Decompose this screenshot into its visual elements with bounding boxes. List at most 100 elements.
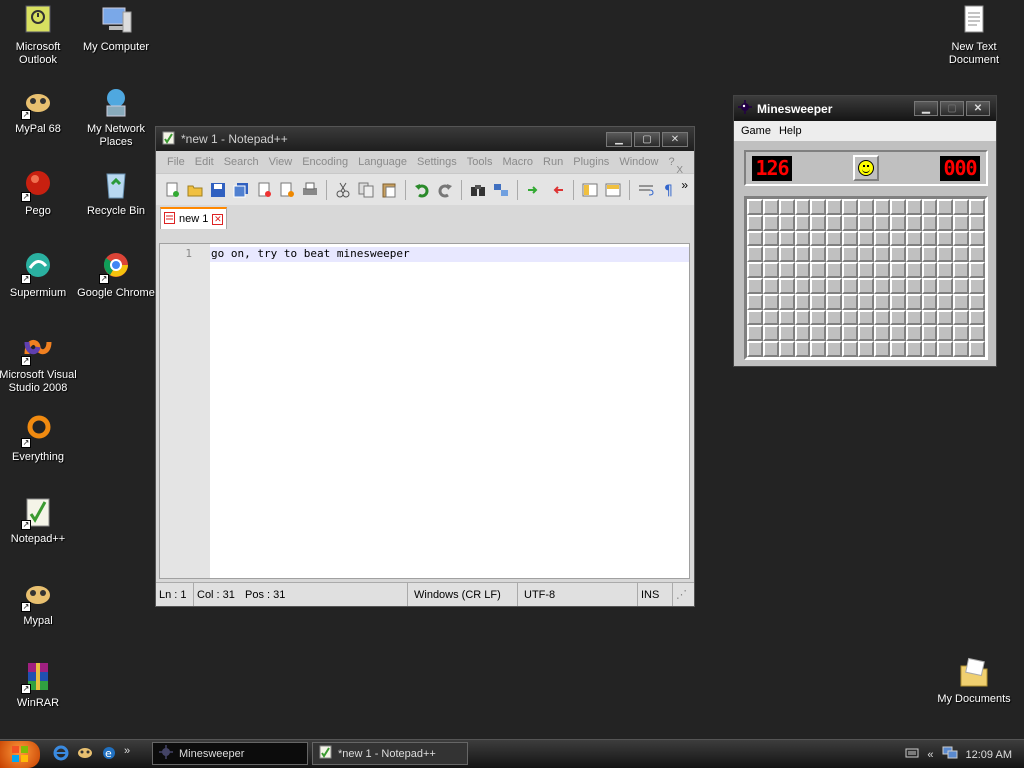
desktop-icon-chrome[interactable]: ↗ Google Chrome [76,250,156,300]
minefield-cell[interactable] [905,278,922,294]
minefield-cell[interactable] [937,199,954,215]
redo-icon[interactable] [435,180,455,200]
minefield-cell[interactable] [921,199,938,215]
menu-settings[interactable]: Settings [412,156,462,168]
minefield-cell[interactable] [953,341,970,357]
minefield-cell[interactable] [762,246,779,263]
sync-horizontal-icon[interactable] [603,180,623,200]
minefield-cell[interactable] [842,214,859,231]
minefield-cell[interactable] [826,246,843,263]
minefield-cell[interactable] [905,309,922,326]
menu-macro[interactable]: Macro [497,156,538,168]
minefield-cell[interactable] [873,341,890,357]
desktop-icon-supermium[interactable]: ↗ Supermium [0,250,78,300]
minefield-cell[interactable] [810,199,827,215]
menu-encoding[interactable]: Encoding [297,156,353,168]
minefield-cell[interactable] [810,341,827,357]
minesweeper-titlebar[interactable]: Minesweeper ▁ ▢ ✕ [734,96,996,121]
code-area[interactable]: go on, try to beat minesweeper [210,244,689,578]
minefield-cell[interactable] [794,309,811,326]
sync-vertical-icon[interactable] [580,180,600,200]
zoom-in-icon[interactable] [524,180,544,200]
close-button[interactable]: ✕ [662,131,688,147]
minefield-cell[interactable] [953,278,970,294]
ie-quicklaunch-icon[interactable]: e [100,744,118,765]
minefield-cell[interactable] [747,230,763,247]
minefield-cell[interactable] [873,293,890,310]
minefield-cell[interactable] [747,325,763,342]
minefield-cell[interactable] [778,309,795,326]
minefield-cell[interactable] [826,262,843,278]
minefield-cell[interactable] [873,325,890,342]
minefield-cell[interactable] [921,325,938,342]
toolbar-overflow-chevron[interactable]: » [681,178,688,192]
minefield-cell[interactable] [858,199,874,215]
desktop-icon-pego[interactable]: ↗ Pego [0,168,78,218]
save-icon[interactable] [208,180,228,200]
minefield-cell[interactable] [842,262,859,278]
minefield-cell[interactable] [969,230,985,247]
minefield-cell[interactable] [810,230,827,247]
minefield-cell[interactable] [937,230,954,247]
network-status-icon[interactable] [942,746,958,763]
minefield-cell[interactable] [937,341,954,357]
minefield-cell[interactable] [747,293,763,310]
minefield-cell[interactable] [873,278,890,294]
minefield-cell[interactable] [794,214,811,231]
minefield-cell[interactable] [921,214,938,231]
close-file-icon[interactable] [254,180,274,200]
menu-search[interactable]: Search [219,156,264,168]
menu-tools[interactable]: Tools [462,156,498,168]
minefield-cell[interactable] [842,278,859,294]
desktop-icon-my-documents[interactable]: My Documents [934,656,1014,706]
minefield-cell[interactable] [826,278,843,294]
clock[interactable]: 12:09 AM [966,749,1012,761]
minefield-cell[interactable] [810,293,827,310]
desktop-icon-new-text-document[interactable]: New Text Document [934,4,1014,67]
minefield-cell[interactable] [937,262,954,278]
minefield-cell[interactable] [794,199,811,215]
minefield-cell[interactable] [794,325,811,342]
minefield-cell[interactable] [762,293,779,310]
minefield-cell[interactable] [921,262,938,278]
minefield-cell[interactable] [953,199,970,215]
start-button[interactable] [0,740,40,768]
minefield-cell[interactable] [889,341,906,357]
minefield-cell[interactable] [747,214,763,231]
minefield-cell[interactable] [778,262,795,278]
internet-explorer-icon[interactable] [52,744,70,765]
minefield-cell[interactable] [889,199,906,215]
minefield-cell[interactable] [826,214,843,231]
desktop-icon-winrar[interactable]: ↗ WinRAR [0,660,78,710]
minefield-cell[interactable] [937,325,954,342]
menu-plugins[interactable]: Plugins [568,156,614,168]
minefield-cell[interactable] [905,325,922,342]
taskbar-button-minesweeper[interactable]: Minesweeper [152,742,308,765]
minefield-cell[interactable] [953,214,970,231]
desktop-icon-everything[interactable]: ↗ Everything [0,414,78,464]
minefield-cell[interactable] [873,246,890,263]
minefield-cell[interactable] [858,309,874,326]
mypal-quicklaunch-icon[interactable] [76,744,94,765]
taskbar-button-notepadpp[interactable]: *new 1 - Notepad++ [312,742,468,765]
minefield-cell[interactable] [858,293,874,310]
resize-grip-icon[interactable]: ⋰ [673,583,687,606]
menu-language[interactable]: Language [353,156,412,168]
minefield-cell[interactable] [794,262,811,278]
minefield-cell[interactable] [762,214,779,231]
save-all-icon[interactable] [231,180,251,200]
minefield-cell[interactable] [921,309,938,326]
editor-area[interactable]: 1 go on, try to beat minesweeper [159,243,690,579]
minefield-cell[interactable] [826,293,843,310]
minefield-cell[interactable] [842,230,859,247]
minefield-cell[interactable] [889,230,906,247]
minefield-cell[interactable] [778,230,795,247]
maximize-button[interactable]: ▢ [634,131,660,147]
minefield-cell[interactable] [969,199,985,215]
minefield-cell[interactable] [747,341,763,357]
minefield-cell[interactable] [858,278,874,294]
menu-game[interactable]: Game [737,125,775,137]
minefield-cell[interactable] [858,214,874,231]
minefield-cell[interactable] [969,214,985,231]
keyboard-icon[interactable] [905,747,919,762]
